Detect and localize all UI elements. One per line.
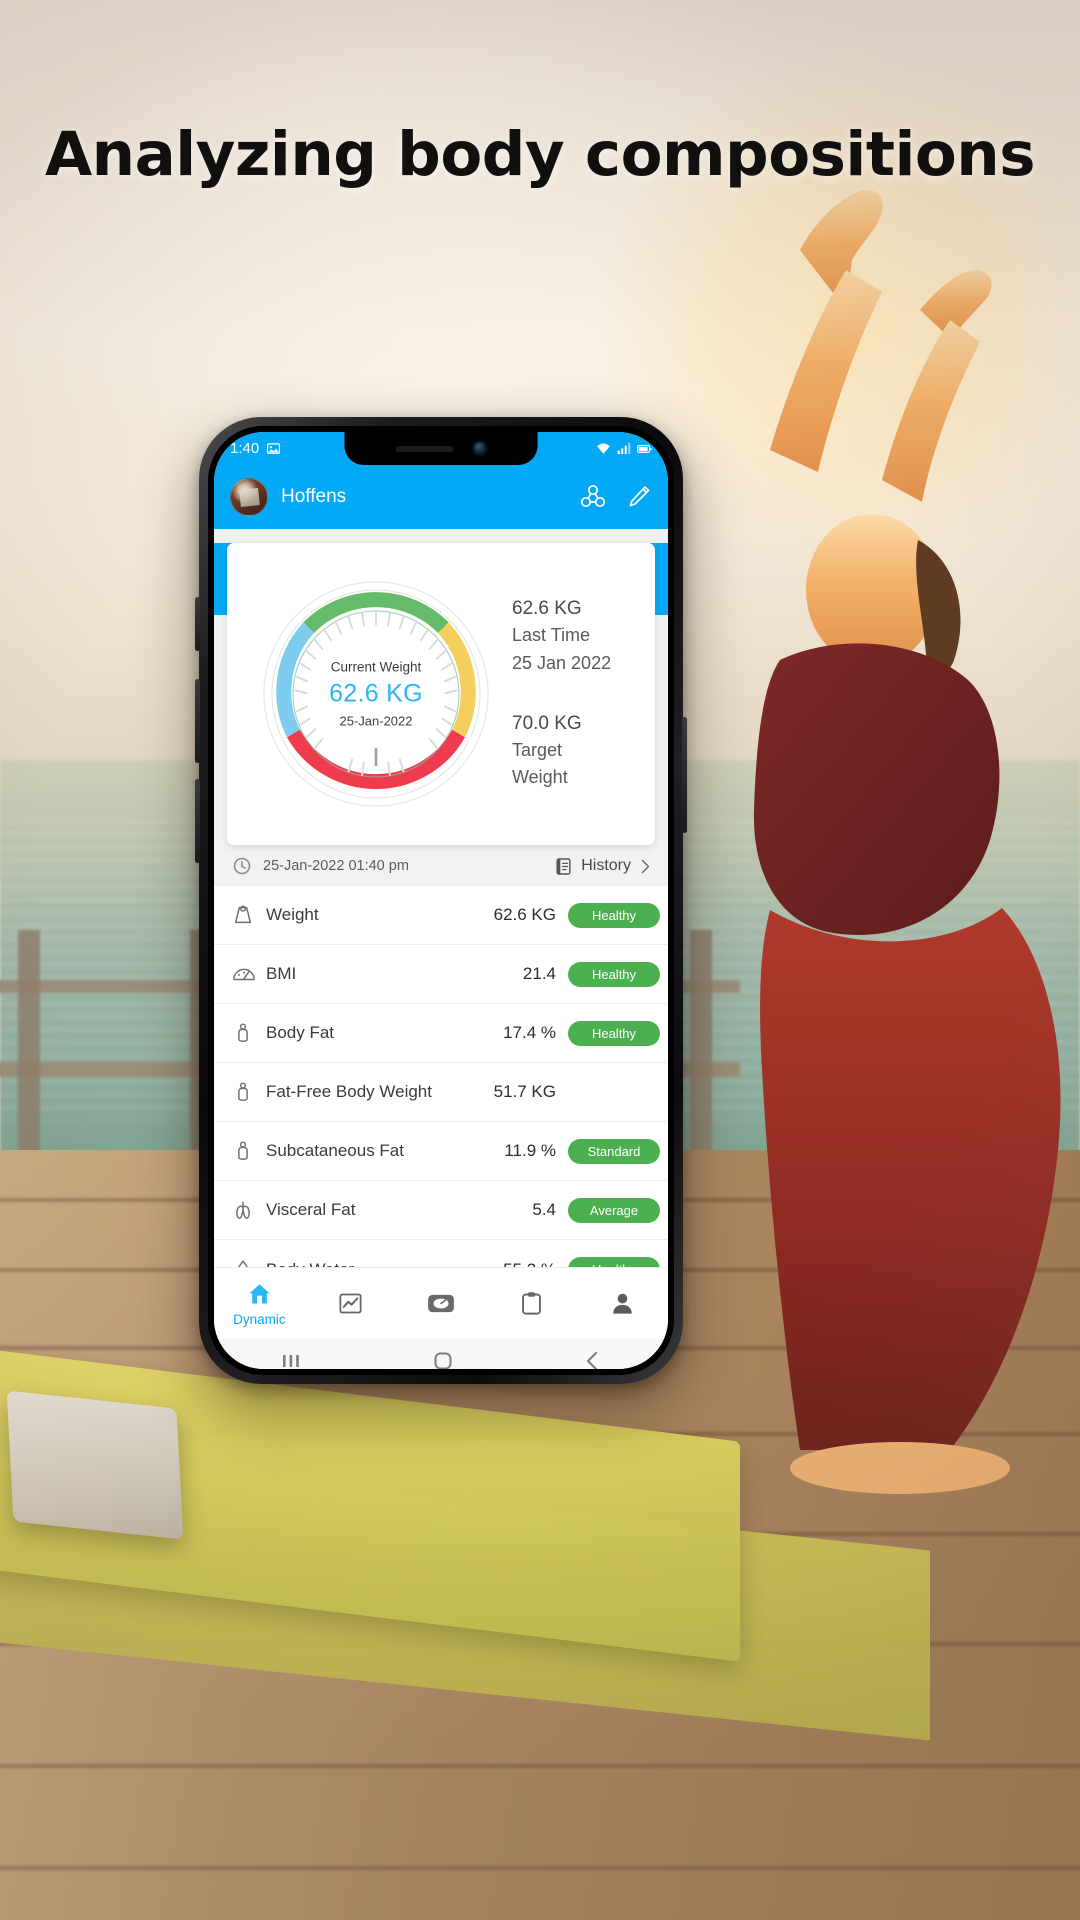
row-label: Subcataneous Fat	[266, 1141, 404, 1160]
row-value: 21.4	[522, 964, 556, 983]
avatar[interactable]	[230, 478, 268, 516]
weight-gauge: Current Weight 62.6 KG 25-Jan-2022	[252, 570, 500, 818]
back-icon[interactable]	[582, 1350, 604, 1369]
status-badge	[568, 1087, 660, 1097]
system-navigation-bar	[214, 1339, 668, 1369]
chevron-right-icon	[641, 859, 650, 873]
signal-icon	[617, 442, 631, 455]
phone-screen: 1:40 Hoffens Current Weight 62.6 KG 25-J…	[214, 432, 668, 1369]
bottom-navigation: Dynamic	[214, 1267, 668, 1339]
status-badge: Average	[568, 1197, 660, 1223]
body-fat-icon	[232, 1081, 266, 1103]
weight-summary-card: Current Weight 62.6 KG 25-Jan-2022 62.6 …	[227, 543, 655, 845]
status-badge: Healthy	[568, 902, 660, 928]
row-value: 5.4	[532, 1200, 556, 1219]
row-value: 11.9 %	[504, 1141, 556, 1160]
status-badge: Healthy	[568, 961, 660, 987]
phone-mockup: 1:40 Hoffens Current Weight 62.6 KG 25-J…	[195, 417, 687, 1384]
row-value: 62.6 KG	[493, 905, 556, 924]
table-row[interactable]: BMI 21.4 Healthy	[214, 945, 668, 1004]
table-row[interactable]: Subcataneous Fat 11.9 % Standard	[214, 1122, 668, 1181]
weight-scale-icon	[232, 904, 266, 926]
row-value: 51.7 KG	[493, 1082, 556, 1101]
history-icon	[556, 857, 571, 875]
edit-pencil-icon[interactable]	[626, 484, 652, 510]
last-time-date: 25 Jan 2022	[512, 652, 612, 673]
status-badge: Healthy	[568, 1020, 660, 1046]
target-weight-label-1: Target	[512, 740, 563, 760]
gauge-date: 25-Jan-2022	[339, 713, 413, 729]
wifi-icon	[597, 443, 610, 454]
body-fat-icon	[232, 1022, 266, 1044]
table-row[interactable]: Fat-Free Body Weight 51.7 KG	[214, 1063, 668, 1122]
nav-item-profile[interactable]	[577, 1290, 668, 1317]
nav-item-scale[interactable]	[396, 1290, 487, 1317]
home-icon	[249, 1283, 270, 1303]
phone-notch	[344, 432, 538, 465]
phone-power-button[interactable]	[682, 717, 687, 833]
phone-volume-down-button[interactable]	[195, 779, 200, 863]
home-circle-icon[interactable]	[431, 1349, 455, 1369]
balance-scale-icon[interactable]	[579, 483, 607, 511]
last-time-label: Last Time	[512, 625, 591, 646]
history-button[interactable]: History	[554, 857, 652, 876]
status-badge: Standard	[568, 1138, 660, 1164]
table-row[interactable]: Visceral Fat 5.4 Average	[214, 1181, 668, 1240]
measurement-timestamp: 25-Jan-2022 01:40 pm	[263, 858, 409, 874]
body-fat-icon	[232, 1140, 266, 1162]
gauge-value: 62.6 KG	[329, 679, 423, 708]
battery-icon	[637, 444, 652, 453]
phone-mute-button[interactable]	[195, 597, 200, 651]
app-content: Current Weight 62.6 KG 25-Jan-2022 62.6 …	[214, 543, 668, 1369]
chart-icon	[339, 1293, 362, 1314]
row-label: Weight	[266, 905, 319, 924]
bmi-gauge-icon	[232, 963, 266, 985]
target-weight-value: 70.0 KG	[512, 713, 582, 734]
app-header: Hoffens	[214, 465, 668, 529]
page-title: Analyzing body compositions	[44, 119, 1036, 190]
recents-icon[interactable]	[278, 1350, 304, 1369]
row-label: BMI	[266, 964, 297, 983]
phone-volume-up-button[interactable]	[195, 679, 200, 763]
lungs-icon	[232, 1199, 266, 1221]
earpiece-speaker	[395, 445, 454, 452]
gauge-center-readout: Current Weight 62.6 KG 25-Jan-2022	[252, 660, 500, 729]
row-label: Body Fat	[266, 1023, 335, 1042]
table-row[interactable]: Weight 62.6 KG Healthy	[214, 886, 668, 945]
measurement-meta-row: 25-Jan-2022 01:40 pm History	[214, 845, 668, 886]
scale-icon	[428, 1294, 454, 1313]
person-icon	[613, 1293, 632, 1314]
target-weight-label-2: Weight	[512, 767, 568, 788]
image-icon	[267, 443, 281, 454]
front-camera	[473, 442, 487, 455]
row-label: Fat-Free Body Weight	[266, 1082, 432, 1101]
nav-item-dynamic[interactable]: Dynamic	[214, 1281, 305, 1327]
measurement-list: Weight 62.6 KG Healthy BMI 21.4 Healthy …	[214, 886, 668, 1299]
current-weight-value: 62.6 KG	[512, 598, 582, 620]
user-name: Hoffens	[281, 486, 347, 507]
table-row[interactable]: Body Fat 17.4 % Healthy	[214, 1004, 668, 1063]
gauge-label: Current Weight	[330, 659, 422, 675]
weight-stats: 62.6 KG Last Time 25 Jan 2022 70.0 KG Ta…	[500, 598, 655, 790]
nav-label-dynamic: Dynamic	[233, 1311, 286, 1327]
row-value: 17.4 %	[503, 1023, 556, 1042]
nav-item-clipboard[interactable]	[486, 1290, 577, 1317]
nav-item-chart[interactable]	[305, 1290, 396, 1317]
row-label: Visceral Fat	[266, 1200, 356, 1219]
history-label: History	[581, 857, 631, 874]
clock-icon	[233, 857, 251, 875]
status-bar: 1:40	[214, 432, 668, 465]
clipboard-icon	[522, 1292, 542, 1315]
status-bar-time: 1:40	[230, 440, 260, 457]
